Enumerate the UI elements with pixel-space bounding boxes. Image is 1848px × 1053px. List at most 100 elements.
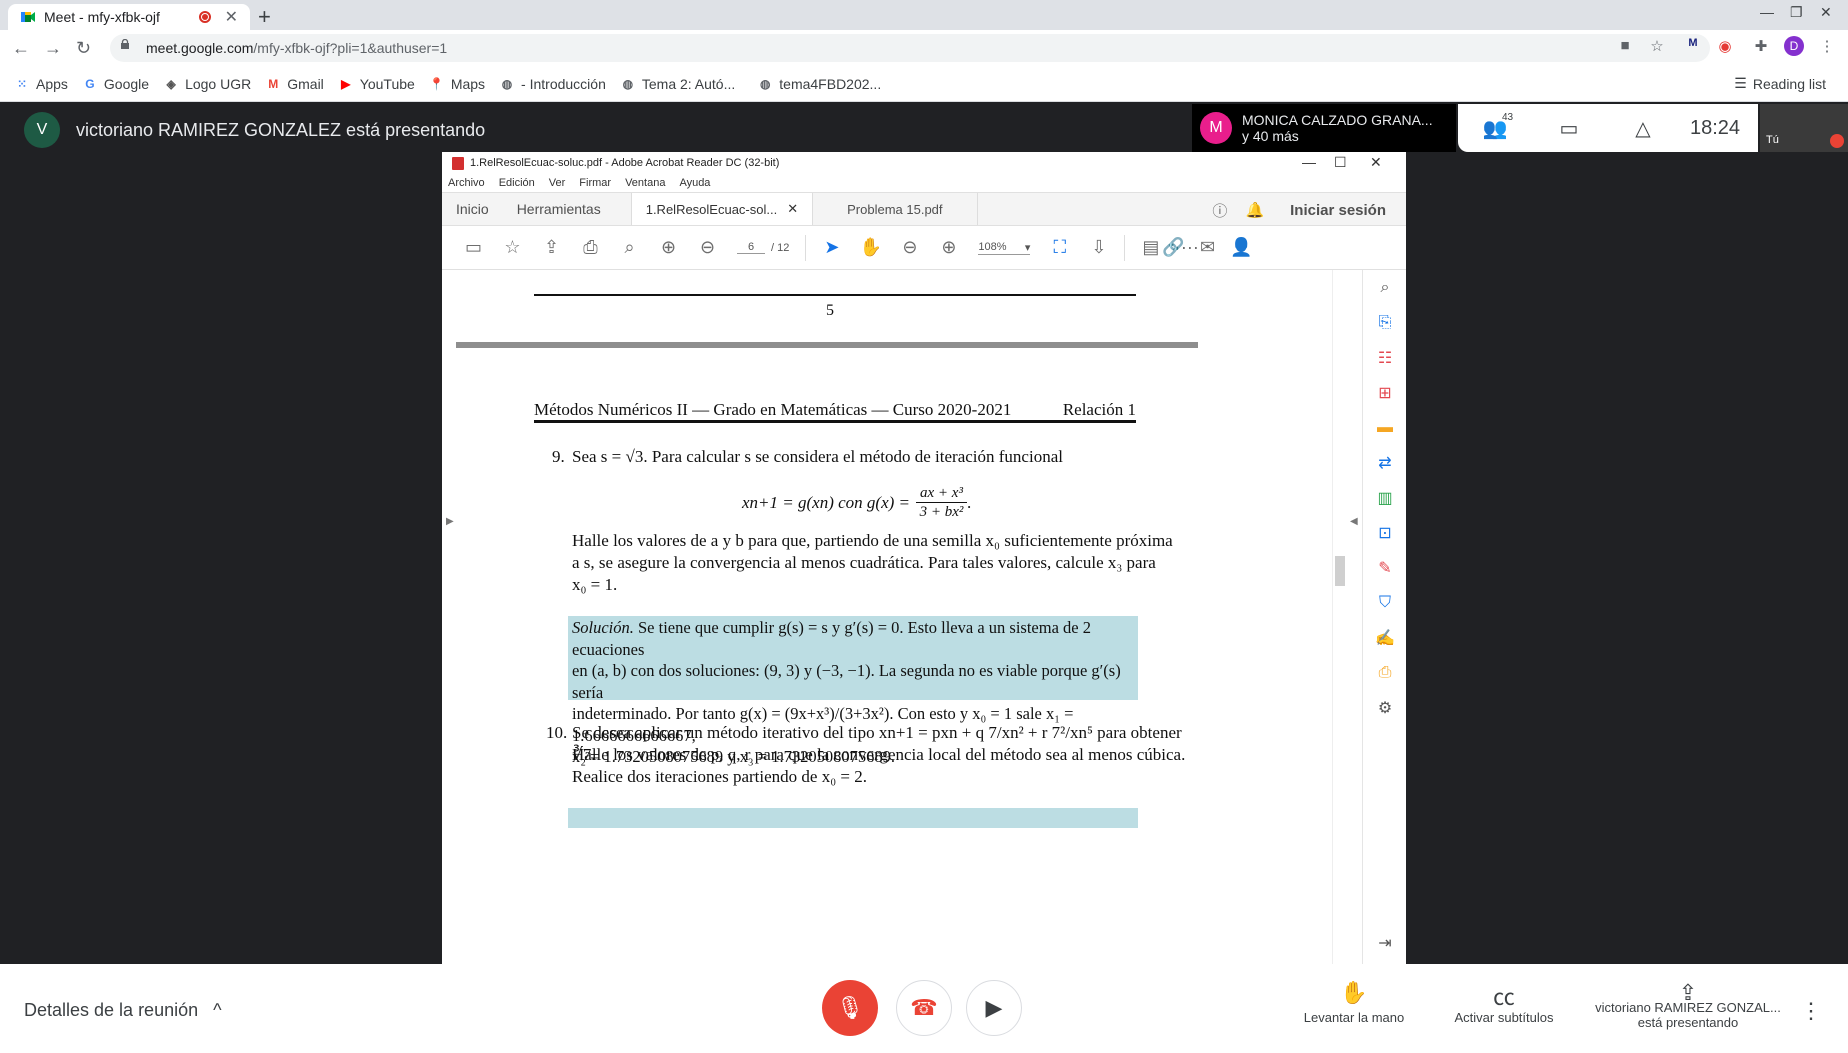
tab-herramientas[interactable]: Herramientas (503, 193, 631, 225)
tab-problema15[interactable]: Problema 15.pdf (813, 193, 978, 225)
camera-toggle-button[interactable]: ▶ (966, 980, 1022, 1036)
bookmark-maps[interactable]: 📍 Maps (429, 76, 485, 92)
extension-opera-icon[interactable]: ◉ (1716, 37, 1734, 55)
edit-pdf-icon[interactable]: ✎ (1363, 550, 1406, 585)
combine-files-icon[interactable]: ⇄ (1363, 445, 1406, 480)
close-window-icon[interactable]: ✕ (1820, 4, 1832, 21)
activities-button[interactable]: △ (1606, 116, 1680, 141)
zoom-in-icon[interactable]: ⊕ (929, 235, 968, 261)
restore-window-icon[interactable]: ❐ (1790, 4, 1803, 21)
self-video-tile[interactable]: Tú (1760, 104, 1848, 152)
close-tab-icon[interactable]: ✕ (225, 7, 238, 27)
presenting-button[interactable]: ⇪ victoriano RAMIREZ GONZAL... está pres… (1588, 980, 1788, 1030)
current-page-field[interactable]: 6 (737, 241, 765, 254)
bookmark-google[interactable]: G Google (82, 76, 149, 92)
profile-avatar[interactable]: D (1784, 36, 1804, 56)
url-field[interactable]: meet.google.com/mfy-xfbk-ojf?pli=1&authu… (110, 34, 1710, 62)
captions-button[interactable]: ㏄ Activar subtítulos (1444, 980, 1564, 1025)
send-for-signature-icon[interactable]: ⎙ (1363, 655, 1406, 690)
fill-sign-icon[interactable]: ✍ (1363, 620, 1406, 655)
problem-9-line-1: Halle los valores de a y b para que, par… (572, 531, 1173, 550)
menu-firmar[interactable]: Firmar (579, 177, 611, 189)
bookmark-star-icon[interactable]: ☆ (493, 235, 532, 261)
comment-tool-icon[interactable]: ▬ (1363, 410, 1406, 445)
forward-icon[interactable]: → (44, 38, 62, 59)
bookmark-tema4[interactable]: ◍ tema4FBD202... (757, 76, 881, 92)
hand-tool-icon[interactable]: ✋ (851, 235, 890, 261)
collapse-panel-icon[interactable]: ⇥ (1363, 925, 1406, 960)
bookmark-tema2[interactable]: ◍ Tema 2: Autó... (620, 76, 736, 92)
new-tab-button[interactable]: + (258, 4, 271, 30)
scroll-mode-icon[interactable]: ⇩ (1079, 235, 1118, 261)
organize-pages-icon[interactable]: ☷ (1363, 340, 1406, 375)
mic-toggle-button[interactable]: 🎙 (822, 980, 878, 1036)
reload-icon[interactable]: ↻ (76, 38, 91, 59)
tab-doc-active[interactable]: 1.RelResolEcuac-sol... ✕ (630, 193, 814, 225)
more-tools-wrench-icon[interactable]: ⚙ (1363, 690, 1406, 725)
browser-tab-meet[interactable]: Meet - mfy-xfbk-ojf ✕ (8, 4, 250, 30)
print-icon[interactable]: ⎙ (571, 235, 610, 261)
chat-button[interactable]: ▭ (1532, 116, 1606, 141)
scan-icon[interactable]: ⊡ (1363, 515, 1406, 550)
next-page-icon[interactable]: ⊖ (688, 235, 727, 261)
protect-icon[interactable]: ⛉ (1363, 585, 1406, 620)
add-user-icon[interactable]: 👤 (1222, 235, 1261, 261)
leave-call-button[interactable]: ☎ (896, 980, 952, 1036)
meet-bottom-bar: Detalles de la reunión ^ 🎙 ☎ ▶ ✋ Levanta… (0, 964, 1848, 1053)
browser-menu-icon[interactable]: ⋮ (1818, 37, 1836, 55)
reading-list-button[interactable]: ☰ Reading list (1734, 75, 1826, 92)
bookmark-youtube[interactable]: ▶ YouTube (338, 76, 415, 92)
meeting-details-button[interactable]: Detalles de la reunión ^ (24, 1000, 222, 1021)
select-cursor-icon[interactable]: ➤ (812, 235, 851, 261)
menu-archivo[interactable]: Archivo (448, 177, 485, 189)
tab-inicio[interactable]: Inicio (442, 193, 503, 225)
back-icon[interactable]: ← (12, 38, 30, 59)
search-tool-icon[interactable]: ⌕ (1363, 270, 1406, 305)
save-icon[interactable]: ▭ (454, 235, 493, 261)
participants-button[interactable]: 👥 43 (1458, 112, 1532, 141)
page-header: Métodos Numéricos II — Grado en Matemáti… (534, 400, 1136, 420)
bookmark-apps[interactable]: ⁙ Apps (14, 76, 68, 92)
menu-edicion[interactable]: Edición (499, 177, 535, 189)
active-speaker-tile[interactable]: M MONICA CALZADO GRANA... y 40 más (1192, 104, 1456, 152)
extensions-puzzle-icon[interactable]: ✚ (1752, 37, 1770, 55)
acrobat-close-icon[interactable]: ✕ (1370, 154, 1382, 171)
signin-button[interactable]: Iniciar sesión (1290, 202, 1386, 219)
page-navigator[interactable]: 6 / 12 (737, 241, 789, 254)
scrollbar-thumb[interactable] (1335, 556, 1345, 586)
search-zoom-icon[interactable]: ⌕ (610, 235, 649, 261)
chat-icon: ▭ (1559, 117, 1579, 140)
lock-icon[interactable] (120, 39, 130, 49)
menu-ventana[interactable]: Ventana (625, 177, 665, 189)
bookmark-introduccion[interactable]: ◍ - Introducción (499, 76, 606, 92)
raise-hand-button[interactable]: ✋ Levantar la mano (1294, 980, 1414, 1025)
more-options-icon[interactable]: ⋮ (1800, 998, 1822, 1024)
pdf-viewport[interactable]: 5 Métodos Numéricos II — Grado en Matemá… (442, 270, 1206, 964)
minimize-window-icon[interactable]: — (1760, 4, 1774, 20)
fit-page-icon[interactable]: ⛶ (1040, 235, 1079, 261)
reading-list-icon: ☰ (1734, 75, 1747, 91)
zoom-select[interactable]: 108% ▾ (978, 241, 1031, 255)
help-icon[interactable]: ⓘ (1212, 200, 1227, 221)
extension-m-icon[interactable]: M (1684, 37, 1702, 55)
menu-ayuda[interactable]: Ayuda (679, 177, 710, 189)
prev-page-icon[interactable]: ⊕ (649, 235, 688, 261)
notifications-bell-icon[interactable]: 🔔 (1245, 201, 1264, 219)
bookmark-logo-ugr[interactable]: ◈ Logo UGR (163, 76, 251, 92)
close-doc-tab-icon[interactable]: ✕ (787, 201, 798, 217)
acrobat-minimize-icon[interactable]: — (1302, 154, 1316, 170)
export-pdf-icon[interactable]: ⎘ (1363, 305, 1406, 340)
zoom-out-icon[interactable]: ⊖ (890, 235, 929, 261)
acrobat-maximize-icon[interactable]: ☐ (1334, 154, 1347, 171)
menu-ver[interactable]: Ver (549, 177, 566, 189)
create-pdf-icon[interactable]: ⊞ (1363, 375, 1406, 410)
left-panel-toggle-icon[interactable]: ▶ (446, 516, 454, 527)
solution-9-text-1: Se tiene que cumplir g(s) = s y g′(s) = … (572, 618, 1091, 659)
right-panel-toggle-icon[interactable]: ◀ (1350, 516, 1358, 527)
camera-in-use-icon[interactable]: ■ (1616, 37, 1634, 55)
compress-icon[interactable]: ▥ (1363, 480, 1406, 515)
bookmark-gmail[interactable]: M Gmail (265, 76, 324, 92)
upload-cloud-icon[interactable]: ⇪ (532, 235, 571, 261)
bookmark-star-icon[interactable]: ☆ (1648, 37, 1666, 55)
vertical-scrollbar[interactable] (1332, 270, 1346, 964)
